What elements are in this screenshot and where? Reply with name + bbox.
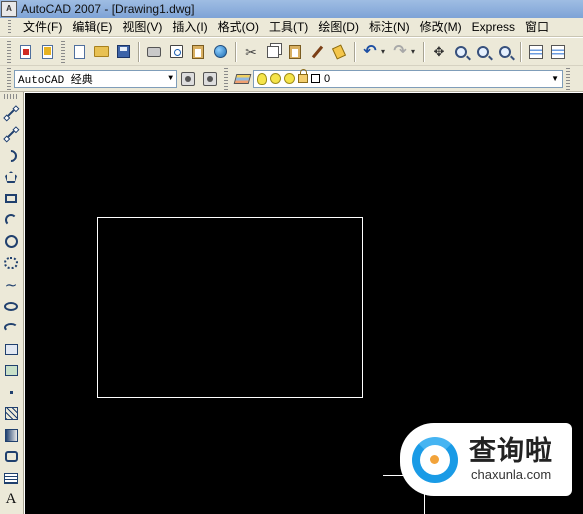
menu-tools[interactable]: 工具(T) [264,18,313,36]
workspace-dropdown-value: AutoCAD 经典 [18,74,93,87]
sheet-set-icon[interactable] [37,42,57,62]
copy-icon[interactable] [263,42,283,62]
save-workspace-icon[interactable] [200,69,220,89]
ellipse-tool-icon[interactable] [0,296,22,318]
chevron-down-icon[interactable]: ▼ [168,74,173,83]
save-icon[interactable] [113,42,133,62]
block-editor-icon[interactable] [329,42,349,62]
table-tool-icon[interactable] [0,468,22,490]
redo-icon[interactable]: ↷ [390,42,410,62]
ellipse-arc-tool-icon[interactable] [0,317,22,339]
undo-icon[interactable]: ↶ [360,42,380,62]
pan-icon[interactable]: ✥ [429,42,449,62]
menu-draw[interactable]: 绘图(D) [313,18,364,36]
toolbar-separator [138,41,139,62]
menu-bar: 文件(F) 编辑(E) 视图(V) 插入(I) 格式(O) 工具(T) 绘图(D… [0,18,583,37]
line-tool-icon[interactable] [0,102,22,124]
menu-bar-grip[interactable] [0,18,18,36]
menu-dimension[interactable]: 标注(N) [364,18,415,36]
publish-icon[interactable] [188,42,208,62]
zoom-realtime-icon[interactable] [451,42,471,62]
redo-dropdown-icon[interactable]: ▾ [411,47,419,56]
insert-block-tool-icon[interactable] [0,339,22,361]
watermark-logo [404,428,466,491]
toolbar-separator [520,41,521,62]
toolbar-grip[interactable] [224,67,228,90]
layer-thaw-sun-icon[interactable] [270,73,281,84]
new-drawing-red-icon[interactable] [15,42,35,62]
plot-preview-icon[interactable] [166,42,186,62]
gradient-tool-icon[interactable] [0,425,22,447]
plot-icon[interactable] [144,42,164,62]
menu-edit[interactable]: 编辑(E) [67,18,117,36]
properties-icon[interactable] [526,42,546,62]
watermark-brand: 查询啦 [469,436,553,467]
layer-properties-manager-icon[interactable] [232,69,252,89]
draw-toolbar: ∼ A [0,92,24,514]
autocad-app-icon[interactable]: A [1,1,17,17]
construction-line-tool-icon[interactable] [0,124,22,146]
design-center-icon[interactable] [548,42,568,62]
make-block-tool-icon[interactable] [0,360,22,382]
standard-toolbar: ✂ ↶ ▾ ↷ ▾ ✥ [0,38,583,66]
title-bar: A AutoCAD 2007 - [Drawing1.dwg] [0,0,583,18]
rectangle-tool-icon[interactable] [0,188,22,210]
search-magnifier-logo-icon [412,436,458,483]
watermark-text: 查询啦 chaxunla.com [469,436,553,483]
watermark-badge: 查询啦 chaxunla.com [400,423,572,496]
menu-window[interactable]: 窗口 [520,18,554,36]
menu-view[interactable]: 视图(V) [117,18,167,36]
region-tool-icon[interactable] [0,446,22,468]
toolbar-separator [423,41,424,62]
zoom-window-icon[interactable] [473,42,493,62]
menu-express[interactable]: Express [467,18,520,36]
arc-tool-icon[interactable] [0,210,22,232]
new-icon[interactable] [69,42,89,62]
zoom-previous-icon[interactable] [495,42,515,62]
3d-dwf-icon[interactable] [210,42,230,62]
toolbar-grip[interactable] [7,40,11,63]
drawn-rectangle[interactable] [97,217,363,398]
current-layer-name: 0 [324,72,331,85]
cut-icon[interactable]: ✂ [241,42,261,62]
toolbar-grip[interactable] [61,40,65,63]
point-tool-icon[interactable] [0,382,22,404]
open-icon[interactable] [91,42,111,62]
revision-cloud-tool-icon[interactable] [0,253,22,275]
polyline-tool-icon[interactable] [0,145,22,167]
layer-dropdown[interactable]: 0 ▼ [253,69,563,88]
menu-insert[interactable]: 插入(I) [167,18,212,36]
spline-tool-icon[interactable]: ∼ [0,274,22,296]
menu-items: 文件(F) 编辑(E) 视图(V) 插入(I) 格式(O) 工具(T) 绘图(D… [18,18,554,36]
multiline-text-tool-icon[interactable]: A [0,489,22,511]
toolbar-grip[interactable] [7,67,11,90]
toolbar-grip[interactable] [566,67,570,90]
menu-modify[interactable]: 修改(M) [415,18,467,36]
layer-viewport-freeze-icon[interactable] [284,73,295,84]
circle-tool-icon[interactable] [0,231,22,253]
layer-unlock-icon[interactable] [298,69,308,83]
toolbar-separator [354,41,355,62]
layer-on-bulb-icon[interactable] [257,72,267,85]
workspace-layers-toolbar: AutoCAD 经典 ▼ 0 ▼ [0,66,583,92]
layer-color-swatch-icon[interactable] [311,74,320,83]
workspace-settings-icon[interactable] [178,69,198,89]
window-title: AutoCAD 2007 - [Drawing1.dwg] [21,2,195,16]
layer-state-icons [257,69,320,85]
toolbar-separator [235,41,236,62]
undo-dropdown-icon[interactable]: ▾ [381,47,389,56]
polygon-tool-icon[interactable] [0,167,22,189]
workspace-dropdown[interactable]: AutoCAD 经典 ▼ [14,69,177,88]
chevron-down-icon[interactable]: ▼ [551,74,559,83]
menu-format[interactable]: 格式(O) [213,18,264,36]
paste-icon[interactable] [285,42,305,62]
draw-toolbar-grip[interactable] [4,94,19,99]
menu-file[interactable]: 文件(F) [18,18,67,36]
match-properties-icon[interactable] [307,42,327,62]
hatch-tool-icon[interactable] [0,403,22,425]
watermark-url: chaxunla.com [471,467,552,482]
